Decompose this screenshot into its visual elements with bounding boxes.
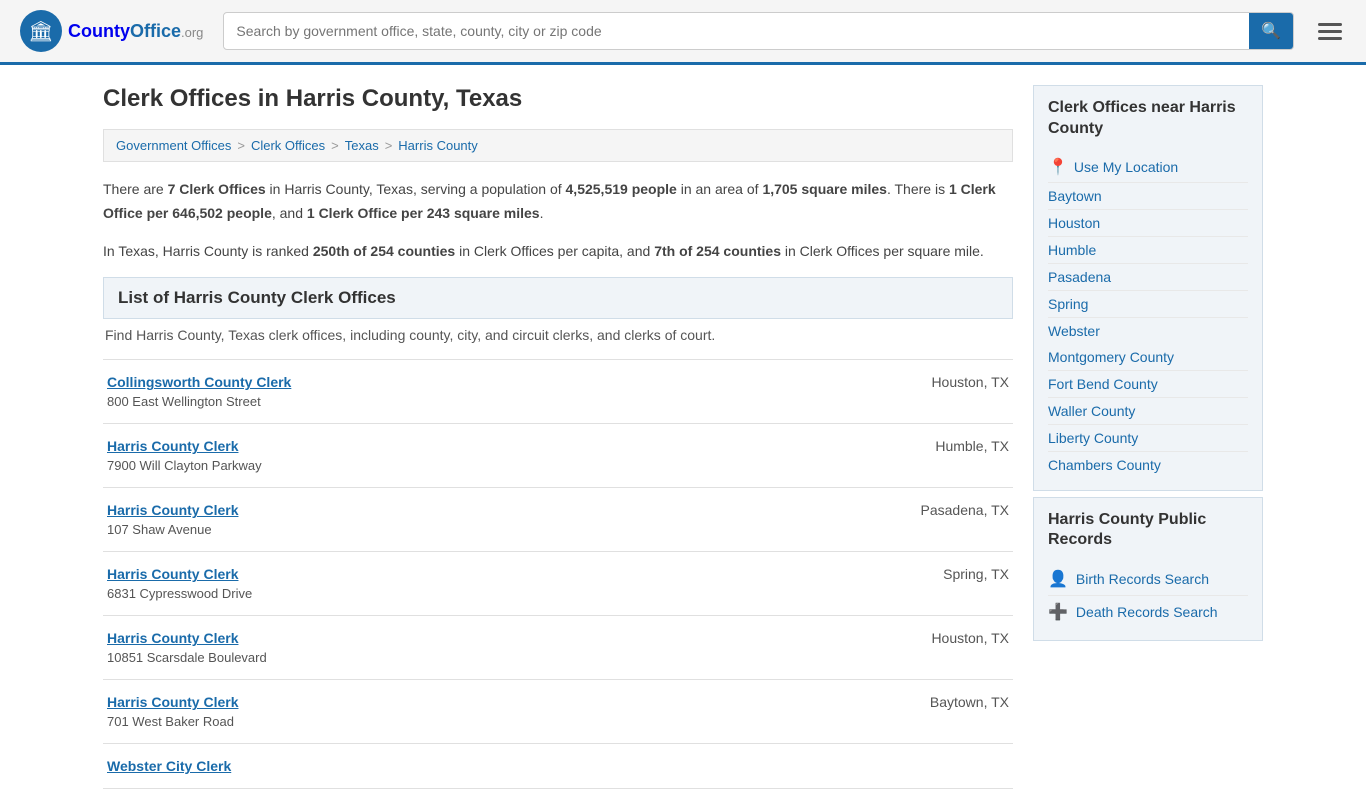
search-icon: 🔍 [1261, 23, 1281, 40]
search-button[interactable]: 🔍 [1249, 13, 1293, 49]
breadcrumb-item-gov[interactable]: Government Offices [116, 138, 231, 153]
breadcrumb-sep-3: > [385, 138, 393, 153]
clerk-list: Collingsworth County Clerk 800 East Well… [103, 359, 1013, 789]
clerk-details: Harris County Clerk 701 West Baker Road [107, 694, 869, 729]
clerk-address: 800 East Wellington Street [107, 394, 869, 409]
clerk-details: Harris County Clerk 7900 Will Clayton Pa… [107, 438, 869, 473]
clerk-address: 10851 Scarsdale Boulevard [107, 650, 869, 665]
search-bar: 🔍 [223, 12, 1294, 50]
sidebar-county-link[interactable]: Liberty County [1048, 425, 1248, 452]
clerk-name[interactable]: Collingsworth County Clerk [107, 374, 869, 390]
nearby-section: Clerk Offices near Harris County 📍 Use M… [1033, 85, 1263, 491]
clerk-address: 701 West Baker Road [107, 714, 869, 729]
records-link[interactable]: Birth Records Search [1076, 571, 1209, 587]
clerk-item: Harris County Clerk 7900 Will Clayton Pa… [103, 424, 1013, 488]
clerk-item: Harris County Clerk 10851 Scarsdale Boul… [103, 616, 1013, 680]
content-area: Clerk Offices in Harris County, Texas Go… [103, 85, 1013, 789]
clerk-address: 7900 Will Clayton Parkway [107, 458, 869, 473]
clerk-details: Harris County Clerk 10851 Scarsdale Boul… [107, 630, 869, 665]
sidebar-county-link[interactable]: Chambers County [1048, 452, 1248, 478]
clerk-location: Houston, TX [869, 374, 1009, 390]
sidebar-county-link[interactable]: Waller County [1048, 398, 1248, 425]
records-link[interactable]: Death Records Search [1076, 604, 1218, 620]
sidebar-cities: BaytownHoustonHumblePasadenaSpringWebste… [1048, 183, 1248, 344]
clerk-details: Harris County Clerk 107 Shaw Avenue [107, 502, 869, 537]
logo-text: CountyOffice.org [68, 21, 203, 42]
records-link-item: 👤 Birth Records Search [1048, 563, 1248, 596]
clerk-name[interactable]: Harris County Clerk [107, 566, 869, 582]
breadcrumb-sep-1: > [237, 138, 245, 153]
public-records-title: Harris County Public Records [1048, 510, 1248, 552]
records-icon: ➕ [1048, 602, 1068, 622]
sidebar-city-link[interactable]: Pasadena [1048, 264, 1248, 291]
clerk-location: Baytown, TX [869, 694, 1009, 710]
clerk-name[interactable]: Harris County Clerk [107, 502, 869, 518]
sidebar-counties: Montgomery CountyFort Bend CountyWaller … [1048, 344, 1248, 478]
section-title: List of Harris County Clerk Offices [118, 288, 396, 307]
breadcrumb: Government Offices > Clerk Offices > Tex… [103, 129, 1013, 162]
menu-bar-2 [1318, 30, 1342, 33]
sidebar-city-link[interactable]: Baytown [1048, 183, 1248, 210]
page-title: Clerk Offices in Harris County, Texas [103, 85, 1013, 113]
info-paragraph-2: In Texas, Harris County is ranked 250th … [103, 240, 1013, 264]
location-pin-icon: 📍 [1048, 157, 1068, 177]
clerk-location: Pasadena, TX [869, 502, 1009, 518]
main-container: Clerk Offices in Harris County, Texas Go… [83, 65, 1283, 809]
info-paragraph-1: There are 7 Clerk Offices in Harris Coun… [103, 178, 1013, 226]
sidebar-county-link[interactable]: Montgomery County [1048, 344, 1248, 371]
clerk-item: Harris County Clerk 107 Shaw Avenue Pasa… [103, 488, 1013, 552]
clerk-item: Harris County Clerk 701 West Baker Road … [103, 680, 1013, 744]
clerk-location: Spring, TX [869, 566, 1009, 582]
sidebar: Clerk Offices near Harris County 📍 Use M… [1033, 85, 1263, 789]
clerk-name[interactable]: Webster City Clerk [107, 758, 1009, 774]
clerk-name[interactable]: Harris County Clerk [107, 438, 869, 454]
clerk-details: Harris County Clerk 6831 Cypresswood Dri… [107, 566, 869, 601]
section-description: Find Harris County, Texas clerk offices,… [103, 327, 1013, 343]
logo-icon: 🏛 [20, 10, 62, 52]
clerk-location: Humble, TX [869, 438, 1009, 454]
public-records-section: Harris County Public Records 👤 Birth Rec… [1033, 497, 1263, 642]
sidebar-records-links: 👤 Birth Records Search ➕ Death Records S… [1048, 563, 1248, 628]
clerk-address: 6831 Cypresswood Drive [107, 586, 869, 601]
breadcrumb-sep-2: > [331, 138, 339, 153]
clerk-item: Webster City Clerk [103, 744, 1013, 789]
use-my-location-link[interactable]: Use My Location [1074, 159, 1178, 175]
sidebar-city-link[interactable]: Humble [1048, 237, 1248, 264]
records-icon: 👤 [1048, 569, 1068, 589]
clerk-details: Collingsworth County Clerk 800 East Well… [107, 374, 869, 409]
menu-bar-1 [1318, 23, 1342, 26]
nearby-title: Clerk Offices near Harris County [1048, 98, 1248, 140]
menu-bar-3 [1318, 37, 1342, 40]
clerk-name[interactable]: Harris County Clerk [107, 694, 869, 710]
clerk-name[interactable]: Harris County Clerk [107, 630, 869, 646]
clerk-item: Collingsworth County Clerk 800 East Well… [103, 360, 1013, 424]
clerk-details: Webster City Clerk [107, 758, 1009, 774]
sidebar-city-link[interactable]: Spring [1048, 291, 1248, 318]
breadcrumb-item-texas[interactable]: Texas [345, 138, 379, 153]
sidebar-county-link[interactable]: Fort Bend County [1048, 371, 1248, 398]
breadcrumb-item-harris[interactable]: Harris County [398, 138, 477, 153]
sidebar-city-link[interactable]: Webster [1048, 318, 1248, 344]
search-input[interactable] [224, 15, 1249, 47]
clerk-address: 107 Shaw Avenue [107, 522, 869, 537]
site-header: 🏛 CountyOffice.org 🔍 [0, 0, 1366, 65]
clerk-location: Houston, TX [869, 630, 1009, 646]
section-header: List of Harris County Clerk Offices [103, 277, 1013, 319]
clerk-item: Harris County Clerk 6831 Cypresswood Dri… [103, 552, 1013, 616]
sidebar-city-link[interactable]: Houston [1048, 210, 1248, 237]
hamburger-menu-button[interactable] [1314, 19, 1346, 44]
records-link-item: ➕ Death Records Search [1048, 596, 1248, 628]
site-logo[interactable]: 🏛 CountyOffice.org [20, 10, 203, 52]
breadcrumb-item-clerk[interactable]: Clerk Offices [251, 138, 325, 153]
use-my-location-item: 📍 Use My Location [1048, 152, 1248, 183]
